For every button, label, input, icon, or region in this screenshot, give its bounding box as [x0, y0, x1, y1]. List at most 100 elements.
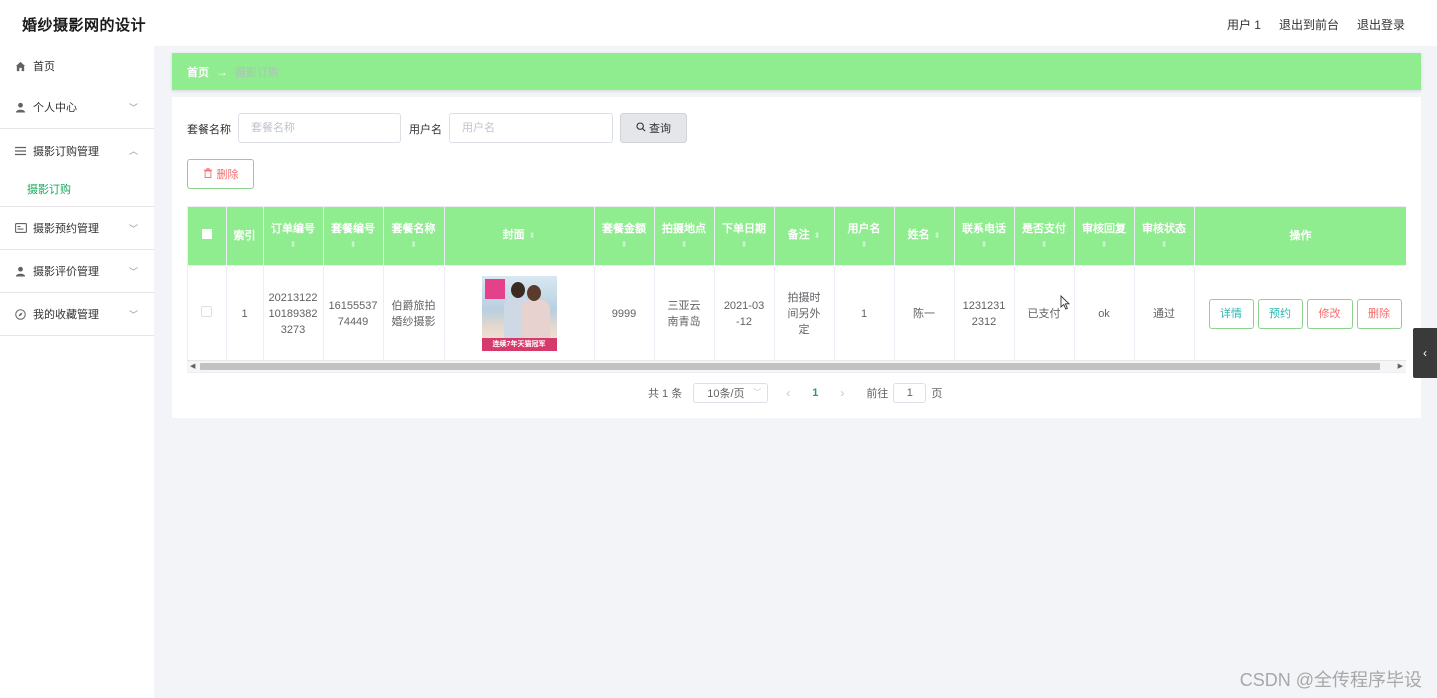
- col-header-label: 套餐名称: [391, 222, 436, 235]
- sidebar-subitem-order[interactable]: 摄影订购: [0, 172, 154, 207]
- current-user[interactable]: 用户 1: [1227, 16, 1261, 33]
- next-page-icon[interactable]: ›: [840, 386, 844, 400]
- row-checkbox[interactable]: [188, 265, 227, 363]
- sort-icon[interactable]: ⬍: [386, 240, 442, 250]
- card-icon: [14, 223, 27, 233]
- sidebar-item-home[interactable]: 首页: [0, 46, 154, 86]
- exit-to-front-link[interactable]: 退出到前台: [1279, 16, 1339, 33]
- horizontal-scrollbar[interactable]: ◀ ▶: [187, 360, 1406, 372]
- col-header-label: 审核回复: [1082, 222, 1126, 235]
- sort-icon[interactable]: ⬍: [326, 240, 381, 250]
- scroll-right-icon[interactable]: ▶: [1398, 361, 1403, 372]
- cover-image[interactable]: 连续7年天猫冠军: [481, 276, 557, 351]
- cell-location: 三亚云南青岛: [654, 265, 715, 363]
- package-name-input[interactable]: [238, 113, 401, 143]
- sidebar-item-profile[interactable]: 个人中心 ﹀: [0, 86, 154, 129]
- sidebar-item-review-manage[interactable]: 摄影评价管理 ﹀: [0, 250, 154, 293]
- cell-order-date: 2021-03-12: [714, 265, 775, 363]
- sort-icon[interactable]: ⬍: [934, 231, 941, 240]
- sort-icon[interactable]: ⬍: [1017, 240, 1072, 250]
- search-icon: [636, 121, 646, 135]
- chevron-up-icon: ︿: [128, 146, 138, 156]
- logout-link[interactable]: 退出登录: [1357, 16, 1405, 33]
- cover-logo: [484, 279, 505, 299]
- col-header-reply[interactable]: 审核回复 ⬍: [1074, 207, 1135, 266]
- user-icon: [14, 102, 27, 113]
- cover-bride: [521, 300, 550, 340]
- col-header-package-no[interactable]: 套餐编号 ⬍: [323, 207, 384, 266]
- goto-page-input[interactable]: [893, 383, 927, 403]
- cell-phone: 12312312312: [954, 265, 1015, 363]
- sort-icon[interactable]: ⬍: [266, 240, 321, 250]
- col-header-label: 下单日期: [722, 222, 766, 235]
- breadcrumb-home[interactable]: 首页: [187, 64, 209, 80]
- breadcrumb-current: 摄影订购: [235, 66, 279, 79]
- col-header-label: 套餐金额: [602, 222, 646, 235]
- chevron-down-icon: ﹀: [128, 310, 138, 320]
- col-header-remark[interactable]: 备注 ⬍: [774, 207, 835, 266]
- sort-icon[interactable]: ⬍: [1137, 240, 1192, 250]
- sort-icon[interactable]: ⬍: [957, 240, 1012, 250]
- col-header-order-date[interactable]: 下单日期 ⬍: [714, 207, 775, 266]
- sidebar-item-label: 个人中心: [33, 102, 77, 114]
- sort-icon[interactable]: ⬍: [814, 231, 821, 240]
- page-size-value: 10条/页: [707, 388, 745, 400]
- trash-icon: [203, 167, 213, 181]
- book-button[interactable]: 预约: [1257, 298, 1303, 329]
- col-header-label: 用户名: [847, 222, 881, 235]
- sort-icon[interactable]: ⬍: [1077, 240, 1132, 250]
- delete-button[interactable]: 删除: [1356, 298, 1402, 329]
- col-header-label: 拍摄地点: [662, 222, 706, 235]
- scroll-left-icon[interactable]: ◀: [190, 361, 195, 372]
- top-header: 婚纱摄影网的设计 用户 1 退出到前台 退出登录: [0, 0, 1437, 46]
- col-header-amount[interactable]: 套餐金额 ⬍: [594, 207, 655, 266]
- cell-package-name: 伯爵旅拍婚纱摄影: [383, 265, 445, 363]
- sidebar-item-booking-manage[interactable]: 摄影预约管理 ﹀: [0, 207, 154, 250]
- sort-icon[interactable]: ⬍: [837, 240, 892, 250]
- col-header-phone[interactable]: 联系电话 ⬍: [954, 207, 1015, 266]
- page-size-select[interactable]: 10条/页 ﹀: [693, 383, 769, 403]
- watermark: CSDN @全传程序毕设: [1239, 670, 1422, 690]
- sidebar-item-order-manage[interactable]: 摄影订购管理 ︿: [0, 129, 154, 172]
- edit-button[interactable]: 修改: [1306, 298, 1353, 329]
- scrollbar-thumb[interactable]: [200, 363, 1380, 370]
- prev-page-icon[interactable]: ‹: [786, 386, 790, 400]
- batch-delete-label: 删除: [216, 169, 239, 181]
- sort-icon[interactable]: ⬍: [657, 240, 712, 250]
- sidebar-item-favorite-manage[interactable]: 我的收藏管理 ﹀: [0, 293, 154, 336]
- cell-order-no: 20213122101893823273: [263, 265, 324, 363]
- col-header-name[interactable]: 姓名 ⬍: [894, 207, 955, 266]
- pagination: 共 1 条 10条/页 ﹀ ‹ 1 › 前往 页: [648, 383, 942, 403]
- select-all-checkbox[interactable]: [188, 207, 227, 266]
- breadcrumb: 首页 → 摄影订购: [172, 53, 1421, 90]
- sidebar-item-label: 我的收藏管理: [33, 309, 99, 321]
- sort-icon[interactable]: ⬍: [597, 240, 652, 250]
- username-input[interactable]: [449, 113, 613, 143]
- arrow-right-icon: →: [216, 64, 228, 79]
- col-header-location[interactable]: 拍摄地点 ⬍: [654, 207, 715, 266]
- query-button[interactable]: 查询: [620, 113, 687, 143]
- col-header-label: 订单编号: [271, 222, 315, 235]
- user-icon: [14, 266, 27, 277]
- sort-icon[interactable]: ⬍: [717, 240, 772, 250]
- col-header-order-no[interactable]: 订单编号 ⬍: [263, 207, 324, 266]
- col-header-label: 是否支付: [1022, 222, 1066, 235]
- col-header-username[interactable]: 用户名 ⬍: [834, 207, 895, 266]
- col-header-cover[interactable]: 封面 ⬍: [444, 207, 595, 266]
- query-button-label: 查询: [649, 123, 671, 135]
- cover-groom-head: [510, 282, 525, 298]
- cell-username: 1: [834, 265, 895, 363]
- cell-name: 陈一: [894, 265, 955, 363]
- col-header-paid[interactable]: 是否支付 ⬍: [1014, 207, 1075, 266]
- batch-delete-button[interactable]: 删除: [187, 159, 254, 189]
- page-number[interactable]: 1: [812, 387, 818, 399]
- detail-button[interactable]: 详情: [1208, 298, 1254, 329]
- username-label: 用户名: [409, 124, 442, 136]
- table-header-row: 索引 订单编号 ⬍ 套餐编号 ⬍ 套餐名称 ⬍ 封面 ⬍ 套餐金额 ⬍ 拍摄地点 ⬍ 下单日…: [188, 207, 1406, 266]
- col-header-status[interactable]: 审核状态 ⬍: [1134, 207, 1195, 266]
- chevron-down-icon: ﹀: [128, 267, 138, 277]
- col-header-package-name[interactable]: 套餐名称 ⬍: [383, 207, 445, 266]
- sort-icon[interactable]: ⬍: [529, 231, 536, 240]
- sidebar-item-label: 摄影评价管理: [33, 266, 99, 278]
- collapse-panel-button[interactable]: ‹: [1413, 328, 1437, 378]
